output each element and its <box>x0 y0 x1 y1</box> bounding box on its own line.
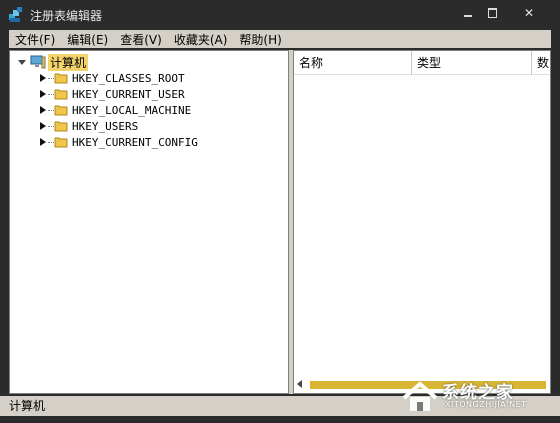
folder-icon <box>54 137 68 148</box>
tree-item-hkey-classes-root[interactable]: HKEY_CLASSES_ROOT <box>38 70 185 86</box>
column-header-name[interactable]: 名称 <box>294 51 412 75</box>
scroll-left-arrow-icon[interactable] <box>297 380 302 388</box>
tree-item-label: HKEY_CURRENT_USER <box>72 87 185 101</box>
status-path: 计算机 <box>9 399 46 413</box>
folder-icon <box>54 73 68 84</box>
title-bar: 注册表编辑器 ✕ <box>0 0 560 30</box>
tree-item-hkey-users[interactable]: HKEY_USERS <box>38 118 138 134</box>
menu-favorites[interactable]: 收藏夹(A) <box>168 31 234 48</box>
menu-help[interactable]: 帮助(H) <box>233 31 287 48</box>
folder-icon <box>54 121 68 132</box>
expand-arrow-icon[interactable] <box>38 73 47 83</box>
tree-item-label: HKEY_LOCAL_MACHINE <box>72 103 192 117</box>
registry-tree-pane[interactable]: 计算机 HKEY_CLASSES_ROOT HKEY_CURRENT_USER … <box>9 50 289 394</box>
tree-item-label: HKEY_CLASSES_ROOT <box>72 71 185 85</box>
maximize-button[interactable] <box>480 4 504 22</box>
tree-root-computer[interactable]: 计算机 <box>18 53 89 71</box>
menu-view[interactable]: 查看(V) <box>114 31 168 48</box>
column-header-data[interactable]: 数 <box>532 51 550 75</box>
expand-arrow-icon[interactable] <box>38 121 47 131</box>
expand-arrow-icon[interactable] <box>38 105 47 115</box>
close-button[interactable]: ✕ <box>517 4 541 22</box>
folder-icon <box>54 105 68 116</box>
computer-icon <box>30 55 46 69</box>
collapse-arrow-icon[interactable] <box>18 58 27 67</box>
tree-item-hkey-local-machine[interactable]: HKEY_LOCAL_MACHINE <box>38 102 191 118</box>
registry-values-pane[interactable]: 名称 类型 数 <box>293 50 551 394</box>
column-header-type[interactable]: 类型 <box>412 51 532 75</box>
regedit-app-icon <box>9 7 22 22</box>
menu-edit[interactable]: 编辑(E) <box>61 31 114 48</box>
tree-root-label: 计算机 <box>48 53 89 71</box>
tree-item-hkey-current-user[interactable]: HKEY_CURRENT_USER <box>38 86 185 102</box>
menu-bar: 文件(F) 编辑(E) 查看(V) 收藏夹(A) 帮助(H) <box>9 30 551 48</box>
column-header-bar: 名称 类型 数 <box>294 51 550 75</box>
tree-item-hkey-current-config[interactable]: HKEY_CURRENT_CONFIG <box>38 134 198 150</box>
expand-arrow-icon[interactable] <box>38 137 47 147</box>
folder-icon <box>54 89 68 100</box>
tree-item-label: HKEY_USERS <box>72 119 139 133</box>
minimize-button[interactable] <box>456 4 480 22</box>
window-bottom-border <box>0 416 560 423</box>
window-title: 注册表编辑器 <box>30 9 103 23</box>
menu-file[interactable]: 文件(F) <box>9 31 61 48</box>
watermark-url: XITONGZHIJIA.NET <box>445 400 527 409</box>
expand-arrow-icon[interactable] <box>38 89 47 99</box>
tree-item-label: HKEY_CURRENT_CONFIG <box>72 135 198 149</box>
house-logo-icon <box>402 381 438 411</box>
site-watermark: 系统之家 XITONGZHIJIA.NET <box>400 378 556 416</box>
